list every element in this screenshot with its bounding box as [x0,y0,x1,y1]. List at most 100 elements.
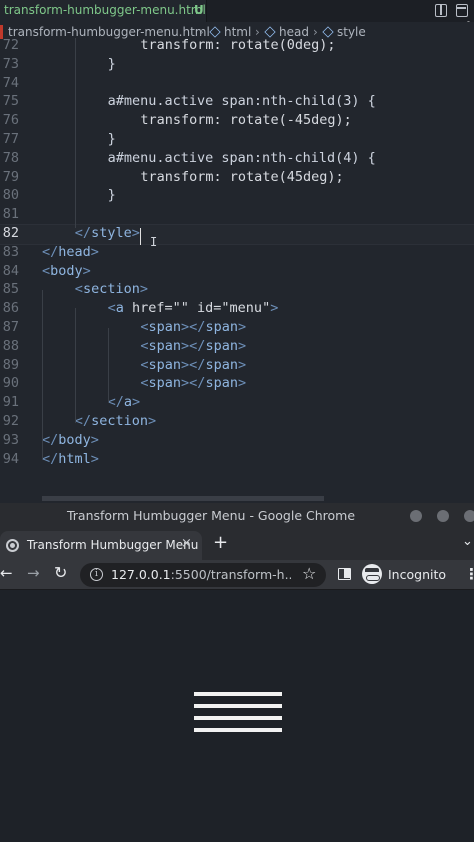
code-line[interactable]: 78 a#menu.active span:nth-child(4) { [0,150,474,169]
line-number: 83 [2,243,19,260]
code-token: </ [74,413,92,429]
code-line[interactable]: 80} [0,187,474,206]
code-token: span [205,356,238,373]
tab-strip: Transform Humbugger Menu × + ⌄ [0,529,474,560]
code-token: a#menu.active span:nth-child(4) { [107,149,376,166]
browser-toolbar: ← → ↻ i 127.0.0.1:5500/transform-h... ☆ … [0,560,474,590]
code-line[interactable]: 92 </section> [0,413,474,432]
window-title: Transform Humbugger Menu - Google Chrome [66,508,356,523]
editor-tab-bar: transform-humbugger-menu.html U [0,0,474,22]
code-token: } [107,187,116,204]
incognito-icon[interactable] [362,564,382,584]
code-token: body [58,431,91,448]
globe-icon [6,539,19,552]
code-line[interactable]: 89 <span></span> [0,357,474,376]
code-text: <section> [75,281,148,297]
code-line[interactable]: 83 </head> [0,244,474,263]
code-token: transform [140,168,214,185]
text-cursor [140,228,141,245]
code-line[interactable]: 91 </a> [0,394,474,413]
code-line[interactable]: 74 [0,75,474,94]
code-token: < [140,356,149,373]
editor-layout-icon[interactable] [456,4,468,17]
site-info-icon[interactable]: i [90,568,103,581]
incognito-label[interactable]: Incognito [388,567,446,582]
forward-arrow-icon[interactable]: → [27,564,40,582]
address-bar[interactable]: i 127.0.0.1:5500/transform-h... ☆ [80,563,326,587]
browser-tab[interactable]: Transform Humbugger Menu × [0,531,202,560]
code-line[interactable]: 85 <section> [0,281,474,300]
close-tab-icon[interactable]: × [181,536,192,551]
code-line[interactable]: 94 </html> [0,451,474,470]
line-number: 86 [2,300,19,317]
code-line[interactable]: 81 [0,206,474,225]
code-line[interactable]: 73} [0,56,474,75]
code-token: </ [42,450,59,467]
code-token: : rotate(45deg); [213,168,344,185]
code-line[interactable]: 82 </style> [0,224,474,245]
maximize-button[interactable] [437,510,449,522]
code-text: </html> [42,451,99,467]
browser-tab-title: Transform Humbugger Menu [27,538,199,552]
code-line[interactable]: 86 <a href="" id="menu"> [0,300,474,319]
bookmark-star-icon[interactable]: ☆ [302,564,316,583]
code-line[interactable]: 72 transform: rotate(0deg); [0,37,474,56]
code-line[interactable]: 90 <span></span> [0,375,474,394]
horizontal-scrollbar[interactable] [42,496,324,501]
code-token: html [58,450,91,467]
code-token: span [148,375,182,392]
code-line[interactable]: 76 transform: rotate(-45deg); [0,112,474,131]
code-text: transform: rotate(0deg); [140,37,335,53]
code-text: </body> [42,432,99,448]
code-token: < [140,319,149,335]
code-line[interactable]: 79 transform: rotate(45deg); [0,169,474,188]
code-text: </style> [75,225,140,241]
line-number: 82 [2,225,19,241]
code-text: a#menu.active span:nth-child(3) { [108,93,376,109]
line-number: 87 [2,319,19,335]
code-token: span [205,319,238,335]
reload-icon[interactable]: ↻ [54,563,67,582]
kebab-menu-icon[interactable]: ⋮ [464,565,474,583]
back-arrow-icon[interactable]: ← [0,564,13,582]
indent-guide [108,328,109,403]
code-token: < [42,262,51,279]
code-text: </a> [108,394,141,410]
code-text: <span></span> [140,319,246,335]
code-line[interactable]: 93 </body> [0,432,474,451]
line-number: 93 [2,431,19,448]
code-token: > [237,375,247,392]
minimize-button[interactable] [410,510,422,522]
cube-icon [322,26,334,38]
code-line[interactable]: 75 a#menu.active span:nth-child(3) { [0,93,474,112]
tab-search-icon[interactable]: ⌄ [462,534,473,549]
hamburger-bar [194,692,282,696]
close-window-button[interactable] [464,510,474,522]
code-line[interactable]: 84 <body> [0,263,474,282]
hamburger-bar [194,728,282,732]
code-text: } [108,131,116,147]
code-token: id [197,300,214,317]
code-text: } [108,56,116,72]
hamburger-menu-button[interactable] [194,692,282,744]
code-text: <span></span> [140,357,246,373]
code-line[interactable]: 87 <span></span> [0,319,474,338]
code-token: > [90,243,99,260]
code-token: ="menu" [213,300,271,317]
url-path: :5500/transform-h... [170,567,291,582]
editor-tab[interactable]: transform-humbugger-menu.html U [0,0,207,22]
side-panel-icon[interactable] [338,568,351,580]
new-tab-button[interactable]: + [213,532,228,553]
line-number: 75 [2,93,19,110]
code-token: span [148,337,182,354]
url-text[interactable]: 127.0.0.1:5500/transform-h... [111,567,291,582]
code-line[interactable]: 88 <span></span> [0,338,474,357]
code-token: ></ [181,375,206,392]
code-token: section [82,281,140,298]
window-titlebar: Transform Humbugger Menu - Google Chrome [0,503,474,529]
code-text: a#menu.active span:nth-child(4) { [108,150,376,166]
split-editor-icon[interactable] [435,4,447,17]
code-token: > [90,450,99,467]
code-line[interactable]: 77} [0,131,474,150]
line-number: 78 [2,149,19,166]
